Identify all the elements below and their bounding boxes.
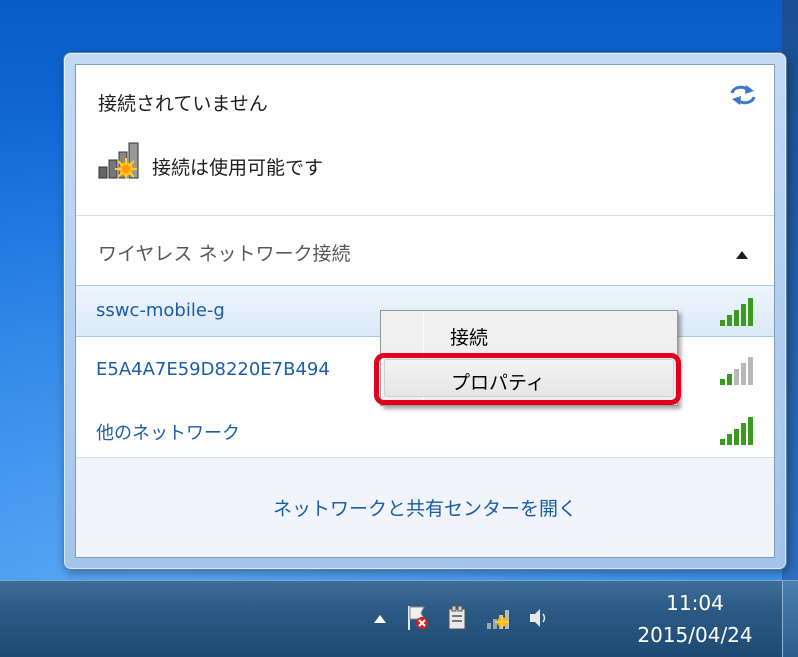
- network-connection-icon: [98, 142, 139, 179]
- volume-icon[interactable]: [528, 605, 550, 631]
- action-center-flag-icon[interactable]: [406, 605, 430, 631]
- signal-bars-icon: [720, 417, 753, 445]
- network-name: 他のネットワーク: [96, 423, 240, 444]
- power-icon[interactable]: [446, 605, 470, 631]
- network-name: sswc-mobile-g: [96, 300, 225, 321]
- status-subtitle: 接続は使用可能です: [152, 157, 324, 179]
- wireless-group-header[interactable]: ワイヤレス ネットワーク接続: [98, 239, 350, 266]
- connection-status-section: 接続されていません 接続は使用可能です: [76, 65, 774, 227]
- signal-bars-icon: [720, 357, 753, 385]
- refresh-icon[interactable]: [728, 83, 758, 107]
- flyout-footer: ネットワークと共有センターを開く: [76, 457, 774, 557]
- network-sharing-center-link[interactable]: ネットワークと共有センターを開く: [76, 494, 774, 521]
- show-hidden-icons[interactable]: [374, 615, 386, 623]
- divider: [76, 215, 774, 216]
- clock-time[interactable]: 11:04: [620, 591, 770, 615]
- network-tray-icon[interactable]: [486, 605, 512, 631]
- clock-date[interactable]: 2015/04/24: [620, 623, 770, 647]
- show-desktop-button[interactable]: [782, 581, 798, 657]
- menu-item-connect[interactable]: 接続: [384, 315, 674, 353]
- taskbar: 11:04 2015/04/24: [0, 580, 798, 657]
- network-name: E5A4A7E59D8220E7B494: [96, 359, 330, 380]
- signal-bars-icon: [720, 298, 753, 326]
- red-highlight-annotation: [374, 353, 681, 405]
- status-title: 接続されていません: [98, 93, 268, 115]
- chevron-up-icon[interactable]: [736, 251, 748, 259]
- network-item-other[interactable]: 他のネットワーク: [76, 405, 774, 457]
- menu-item-label: 接続: [450, 327, 489, 349]
